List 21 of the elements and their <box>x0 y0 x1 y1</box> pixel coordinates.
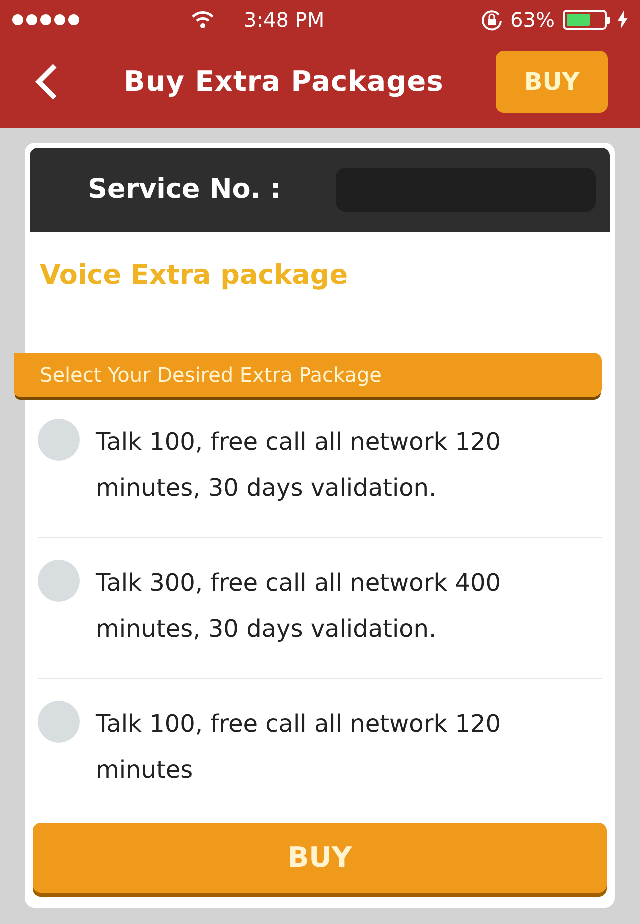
package-option[interactable]: Talk 300, free call all network 400 minutes, 30 days validation. <box>38 538 602 678</box>
rotation-lock-icon <box>480 9 503 31</box>
option-label: Talk 100, free call all network 120 minutes <box>96 708 502 786</box>
service-label: Service No. : <box>88 172 282 207</box>
option-label: Talk 300, free call all network 400 minutes, 30 days validation. <box>96 568 502 644</box>
radio-button[interactable] <box>38 560 80 602</box>
page-title: Buy Extra Packages <box>124 64 444 100</box>
battery-percent: 63% <box>510 7 555 34</box>
back-icon <box>34 63 58 101</box>
wifi-icon <box>192 11 214 29</box>
package-option[interactable]: Talk 100, free call all network 120 minutes, 30 days validation. <box>38 396 602 538</box>
section-title: Voice Extra package <box>40 259 350 293</box>
package-option[interactable]: Talk 100, free call all network 120 minutes <box>38 678 602 818</box>
signal-icon <box>12 14 82 26</box>
radio-button[interactable] <box>38 418 80 460</box>
radio-button[interactable] <box>38 700 80 742</box>
status-time: 3:48 PM <box>244 7 325 34</box>
option-label: Talk 100, free call all network 120 minutes, 30 days validation. <box>96 426 502 504</box>
battery-icon <box>563 10 610 30</box>
section-ribbon: Select Your Desired Extra Package <box>14 352 602 396</box>
charging-icon <box>618 11 628 29</box>
